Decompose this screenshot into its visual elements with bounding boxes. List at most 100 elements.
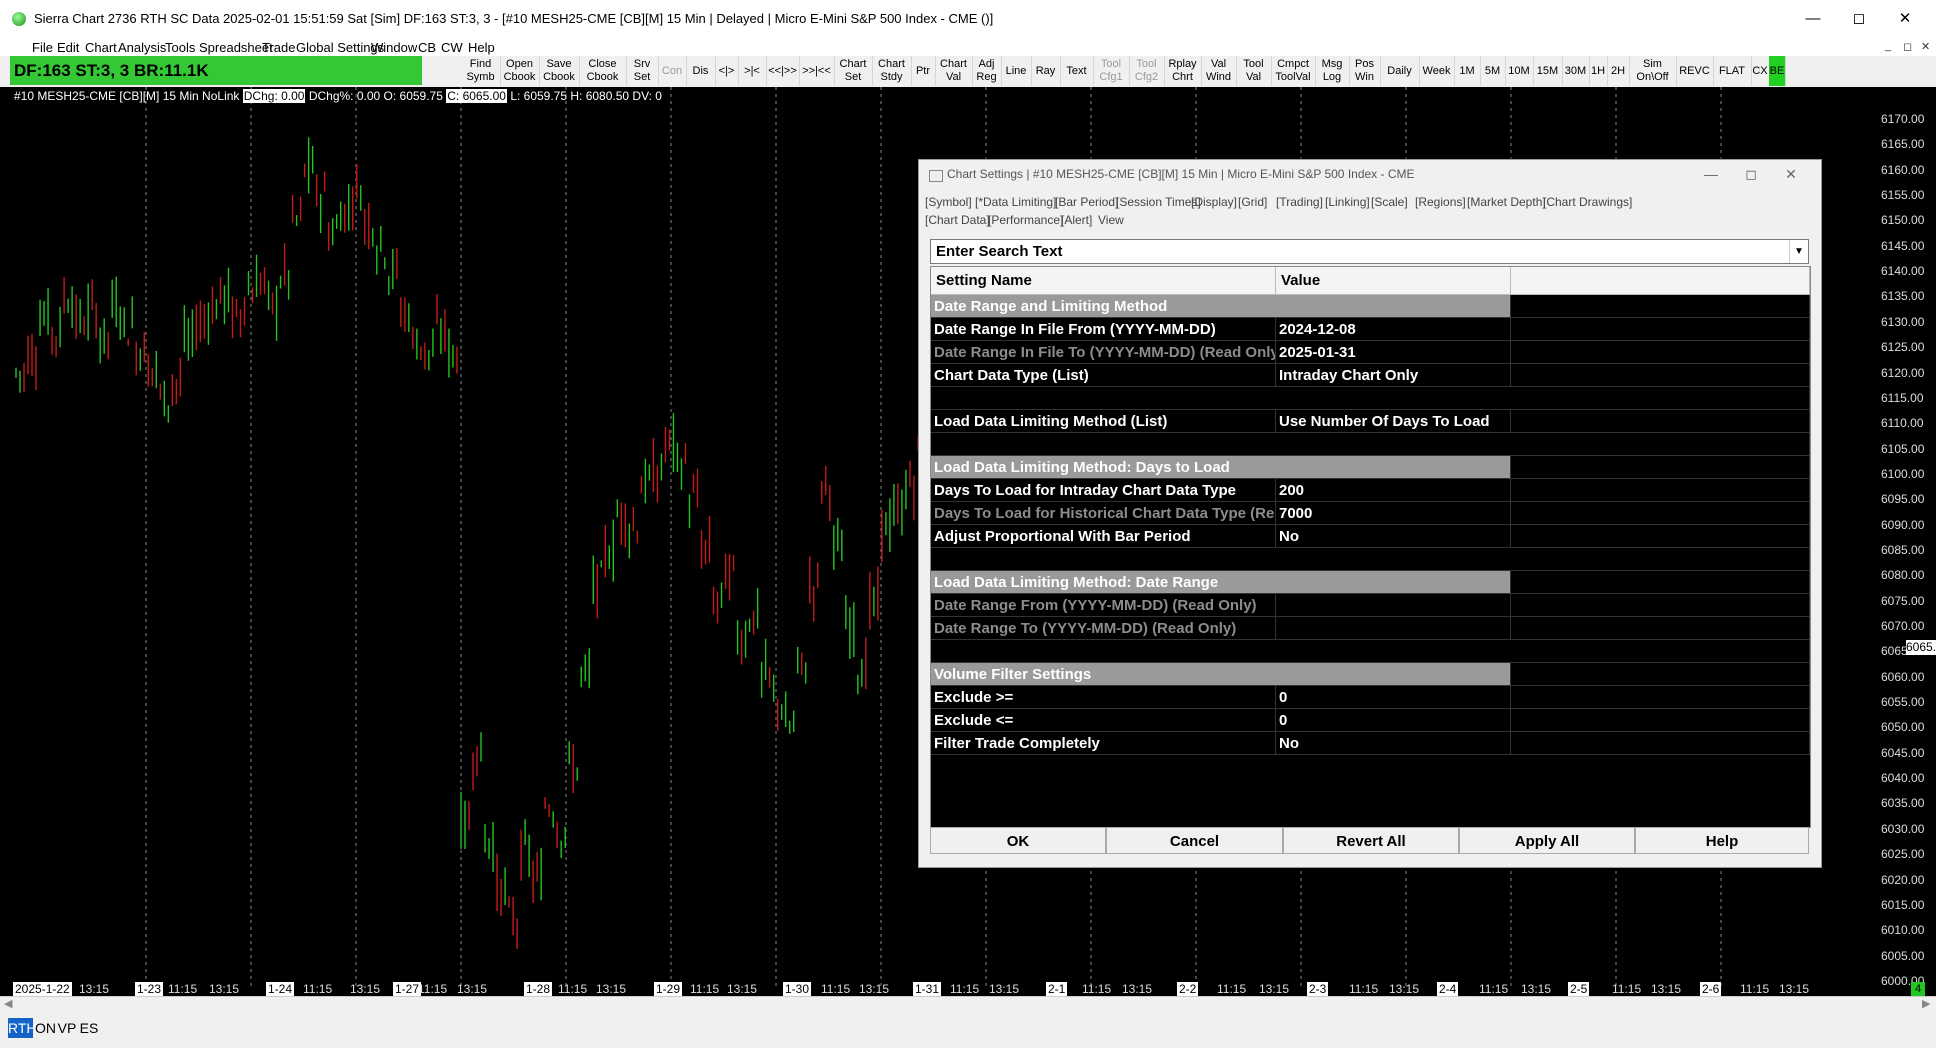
bottom-tab-vp[interactable]: VP <box>57 1018 77 1038</box>
dialog-tab-trading[interactable]: [Trading] <box>1276 195 1323 209</box>
toolbar-button-week[interactable]: Week <box>1419 56 1455 86</box>
menu-cb[interactable]: CB <box>418 40 436 55</box>
menu-window[interactable]: Window <box>371 40 417 55</box>
dialog-tab-regions[interactable]: [Regions] <box>1415 195 1466 209</box>
menu-chart[interactable]: Chart <box>85 40 117 55</box>
setting-value[interactable]: No <box>1276 525 1511 548</box>
setting-value[interactable]: 0 <box>1276 686 1511 709</box>
menu-cw[interactable]: CW <box>441 40 463 55</box>
toolbar-button-find-symb[interactable]: Find Symb <box>461 56 501 86</box>
mdi-restore-button[interactable]: ◻ <box>1903 40 1912 53</box>
bottom-tab-on[interactable]: ON <box>35 1018 56 1038</box>
help-button[interactable]: Help <box>1635 827 1809 854</box>
bottom-tab-rth[interactable]: RTH <box>8 1018 37 1038</box>
horizontal-scrollbar[interactable] <box>0 996 1936 1014</box>
toolbar-button-chart-set[interactable]: Chart Set <box>834 56 873 86</box>
maximize-window-button[interactable]: ◻ <box>1836 4 1882 34</box>
scroll-left-icon[interactable]: ◀ <box>4 997 12 1010</box>
toolbar-button-1h[interactable]: 1H <box>1589 56 1608 86</box>
dialog-minimize-button[interactable]: — <box>1691 160 1731 188</box>
dialog-tab-display[interactable]: [Display] <box>1191 195 1237 209</box>
menu-edit[interactable]: Edit <box>57 40 79 55</box>
toolbar-button-1m[interactable]: 1M <box>1454 56 1481 86</box>
apply-all-button[interactable]: Apply All <box>1459 827 1635 854</box>
toolbar-button-tool-cfg2[interactable]: Tool Cfg2 <box>1129 56 1165 86</box>
toolbar-button-cx[interactable]: CX <box>1751 56 1770 86</box>
mdi-close-button[interactable]: ✕ <box>1921 40 1930 53</box>
menu-analysis[interactable]: Analysis <box>118 40 166 55</box>
setting-value[interactable]: Intraday Chart Only <box>1276 364 1511 387</box>
menu-file[interactable]: File <box>32 40 53 55</box>
toolbar-button-daily[interactable]: Daily <box>1380 56 1420 86</box>
dialog-tab-chart-drawings[interactable]: [Chart Drawings] <box>1543 195 1632 209</box>
dialog-tab-view[interactable]: View <box>1098 213 1124 227</box>
toolbar-button-close-cbook[interactable]: Close Cbook <box>579 56 627 86</box>
toolbar-button-10m[interactable]: 10M <box>1505 56 1534 86</box>
settings-row[interactable]: Filter Trade Completely No <box>931 732 1810 755</box>
revert-all-button[interactable]: Revert All <box>1283 827 1459 854</box>
dialog-tab-market-depth[interactable]: [Market Depth] <box>1467 195 1546 209</box>
minimize-window-button[interactable]: — <box>1790 4 1836 34</box>
toolbar-button-ray[interactable]: Ray <box>1031 56 1061 86</box>
toolbar-button-sim-on-off[interactable]: Sim On\Off <box>1629 56 1677 86</box>
toolbar-button-tool-cfg1[interactable]: Tool Cfg1 <box>1093 56 1130 86</box>
toolbar-button-val-wind[interactable]: Val Wind <box>1201 56 1237 86</box>
column-header-value[interactable]: Value <box>1276 267 1511 295</box>
toolbar-button-15m[interactable]: 15M <box>1533 56 1563 86</box>
settings-row[interactable]: Load Data Limiting Method (List) Use Numb… <box>931 410 1810 433</box>
toolbar-button-rplay-chrt[interactable]: Rplay Chrt <box>1164 56 1202 86</box>
dialog-tab-performance[interactable]: [Performance] <box>988 213 1063 227</box>
settings-row[interactable]: Date Range In File From (YYYY-MM-DD) 2024… <box>931 318 1810 341</box>
toolbar-button-chart-val[interactable]: Chart Val <box>935 56 973 86</box>
toolbar-button-chart-stdy[interactable]: Chart Stdy <box>872 56 912 86</box>
settings-row[interactable]: Days To Load for Intraday Chart Data Typ… <box>931 479 1810 502</box>
toolbar-button-line[interactable]: Line <box>1001 56 1032 86</box>
toolbar-button-[interactable]: >|< <box>738 56 767 86</box>
toolbar-button-[interactable]: <<|>> <box>766 56 800 86</box>
toolbar-button-tool-val[interactable]: Tool Val <box>1236 56 1272 86</box>
toolbar-button-srv-set[interactable]: Srv Set <box>626 56 659 86</box>
toolbar-button-30m[interactable]: 30M <box>1562 56 1590 86</box>
dialog-tab-data-limiting[interactable]: [*Data Limiting] <box>975 195 1056 209</box>
dialog-tab-scale[interactable]: [Scale] <box>1371 195 1408 209</box>
settings-row[interactable]: Exclude <= 0 <box>931 709 1810 732</box>
toolbar-button-msg-log[interactable]: Msg Log <box>1315 56 1350 86</box>
scroll-right-icon[interactable]: ▶ <box>1922 997 1930 1010</box>
bottom-tab-es[interactable]: ES <box>79 1018 99 1038</box>
menu-help[interactable]: Help <box>468 40 495 55</box>
dialog-tab-chart-data[interactable]: [Chart Data] <box>925 213 990 227</box>
toolbar-button-con[interactable]: Con <box>658 56 687 86</box>
dialog-tab-bar-period[interactable]: [Bar Period] <box>1055 195 1118 209</box>
toolbar-button-dis[interactable]: Dis <box>686 56 716 86</box>
ok-button[interactable]: OK <box>930 827 1106 854</box>
toolbar-button-revc[interactable]: REVC <box>1676 56 1714 86</box>
toolbar-button-[interactable]: >>|<< <box>799 56 835 86</box>
search-dropdown-icon[interactable]: ▼ <box>1789 240 1808 263</box>
toolbar-button-pos-win[interactable]: Pos Win <box>1349 56 1381 86</box>
toolbar-button-adj-reg[interactable]: Adj Reg <box>972 56 1002 86</box>
toolbar-button-save-cbook[interactable]: Save Cbook <box>539 56 580 86</box>
settings-search-input[interactable]: Enter Search Text ▼ <box>930 239 1809 264</box>
setting-value[interactable]: 0 <box>1276 709 1511 732</box>
toolbar-button-open-cbook[interactable]: Open Cbook <box>500 56 540 86</box>
setting-value[interactable]: 200 <box>1276 479 1511 502</box>
menu-trade[interactable]: Trade <box>262 40 295 55</box>
close-window-button[interactable]: ✕ <box>1882 4 1928 34</box>
dialog-tab-linking[interactable]: [Linking] <box>1325 195 1370 209</box>
settings-row[interactable]: Exclude >= 0 <box>931 686 1810 709</box>
toolbar-button-[interactable]: <|> <box>715 56 739 86</box>
setting-value[interactable]: 2024-12-08 <box>1276 318 1511 341</box>
settings-row[interactable]: Chart Data Type (List) Intraday Chart Onl… <box>931 364 1810 387</box>
toolbar-button-be[interactable]: BE <box>1769 56 1786 86</box>
toolbar-button-ptr[interactable]: Ptr <box>911 56 936 86</box>
dialog-tab-grid[interactable]: [Grid] <box>1238 195 1267 209</box>
toolbar-button-cmpct-toolval[interactable]: Cmpct ToolVal <box>1271 56 1316 86</box>
column-header-setting[interactable]: Setting Name <box>931 267 1276 295</box>
dialog-tab-alert[interactable]: [Alert] <box>1061 213 1092 227</box>
toolbar-button-text[interactable]: Text <box>1060 56 1094 86</box>
setting-value[interactable]: No <box>1276 732 1511 755</box>
settings-row[interactable]: Adjust Proportional With Bar Period No <box>931 525 1810 548</box>
cancel-button[interactable]: Cancel <box>1106 827 1283 854</box>
dialog-close-button[interactable]: ✕ <box>1771 160 1811 188</box>
toolbar-button-flat[interactable]: FLAT <box>1713 56 1752 86</box>
